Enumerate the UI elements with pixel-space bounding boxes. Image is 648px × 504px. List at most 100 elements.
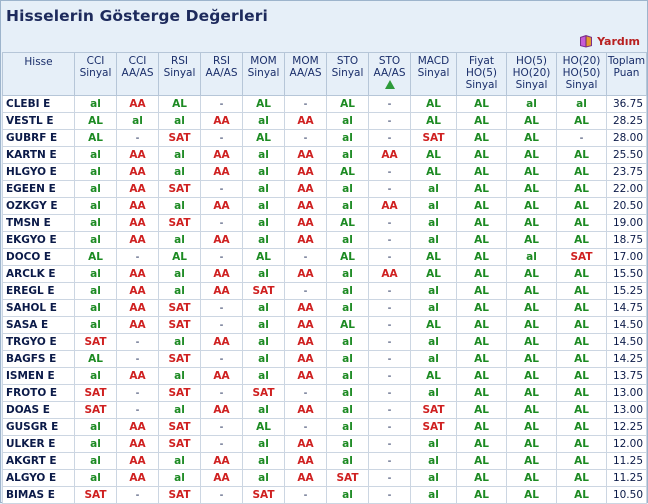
table-row[interactable]: ISMEN Eal AA al AA al AA al - AL AL AL AL 13.75 bbox=[2, 367, 647, 385]
column-header-hisse[interactable]: Hisse bbox=[2, 52, 75, 96]
column-header-3[interactable]: RSI Sinyal bbox=[158, 52, 201, 96]
table-row[interactable]: ALGYO Eal AA al AA al AA SAT - al AL AL AL 11.25 bbox=[2, 469, 647, 487]
column-header-1[interactable]: CCI Sinyal bbox=[74, 52, 117, 96]
signal-cell: al bbox=[326, 435, 369, 453]
help-button[interactable]: Yardım bbox=[578, 34, 640, 48]
column-header-line: HO(50) bbox=[562, 67, 601, 79]
signal-cell: SAT bbox=[158, 384, 201, 402]
column-header-4[interactable]: RSI AA/AS bbox=[200, 52, 243, 96]
table-row[interactable]: SAHOL Eal AA SAT - al AA al - al AL AL AL 14.75 bbox=[2, 299, 647, 317]
stock-name[interactable]: BAGFS E bbox=[2, 350, 75, 368]
stock-name[interactable]: ISMEN E bbox=[2, 367, 75, 385]
signal-cell: AA bbox=[284, 112, 327, 130]
table-row[interactable]: EGEEN Eal AA SAT - al AA al - al AL AL AL 22.00 bbox=[2, 180, 647, 198]
signal-cell: SAT bbox=[410, 129, 457, 147]
signal-cell: AA bbox=[284, 452, 327, 470]
stock-name[interactable]: CLEBI E bbox=[2, 95, 75, 113]
column-header-line: CCI bbox=[86, 55, 105, 67]
table-row[interactable]: ARCLK Eal AA al AA al AA al AA AL AL AL AL 15.50 bbox=[2, 265, 647, 283]
signal-cell: AL bbox=[506, 401, 557, 419]
table-row[interactable]: ULKER Eal AA SAT - al AA al - al AL AL AL 12.00 bbox=[2, 435, 647, 453]
signal-cell: AA bbox=[284, 367, 327, 385]
stock-name[interactable]: ALGYO E bbox=[2, 469, 75, 487]
stock-name[interactable]: VESTL E bbox=[2, 112, 75, 130]
signal-cell: AL bbox=[556, 180, 607, 198]
column-header-line: RSI bbox=[212, 55, 231, 67]
total-score: 22.00 bbox=[606, 180, 647, 198]
table-row[interactable]: BAGFS E AL - SAT - al AA al - al AL AL AL 14.25 bbox=[2, 350, 647, 368]
stock-name[interactable]: GUBRF E bbox=[2, 129, 75, 147]
table-row[interactable]: HLGYO Eal AA al AA al AA AL - AL AL AL AL 23.75 bbox=[2, 163, 647, 181]
column-header-9[interactable]: MACD Sinyal bbox=[410, 52, 457, 96]
signal-cell: AL bbox=[556, 112, 607, 130]
signal-cell: AA bbox=[284, 469, 327, 487]
table-row[interactable]: TRGYO E SAT - al AA al AA al - al AL AL AL 14.50 bbox=[2, 333, 647, 351]
stock-name[interactable]: GUSGR E bbox=[2, 418, 75, 436]
signal-cell: AL bbox=[556, 163, 607, 181]
column-header-5[interactable]: MOM Sinyal bbox=[242, 52, 285, 96]
stock-name[interactable]: FROTO E bbox=[2, 384, 75, 402]
stock-name[interactable]: ARCLK E bbox=[2, 265, 75, 283]
table-row[interactable]: EREGL Eal AA al AA SAT - al - al AL AL AL 15.25 bbox=[2, 282, 647, 300]
signal-cell: al bbox=[556, 95, 607, 113]
column-header-line: AA/AS bbox=[373, 67, 406, 79]
table-row[interactable]: SASA Eal AA SAT - al AA AL - AL AL AL AL 14.50 bbox=[2, 316, 647, 334]
table-row[interactable]: OZKGY Eal AA al AA al AA al AA al AL AL AL 20.50 bbox=[2, 197, 647, 215]
table-row[interactable]: EKGYO Eal AA al AA al AA al - al AL AL AL 18.75 bbox=[2, 231, 647, 249]
column-header-2[interactable]: CCI AA/AS bbox=[116, 52, 159, 96]
table-row[interactable]: BIMAS E SAT - SAT - SAT - al - al AL AL AL 10.50 bbox=[2, 486, 647, 504]
table-row[interactable]: GUBRF E AL - SAT - AL - al - SAT AL AL -28.00 bbox=[2, 129, 647, 147]
signal-cell: AL bbox=[456, 435, 507, 453]
table-row[interactable]: FROTO E SAT - SAT - SAT - al - al AL AL AL 13.00 bbox=[2, 384, 647, 402]
signal-cell: AA bbox=[116, 197, 159, 215]
signal-cell: AL bbox=[410, 95, 457, 113]
stock-name[interactable]: TMSN E bbox=[2, 214, 75, 232]
signal-cell: - bbox=[116, 129, 159, 147]
stock-name[interactable]: EGEEN E bbox=[2, 180, 75, 198]
table-row[interactable]: DOAS E SAT - al AA al AA al - SAT AL AL AL 13.00 bbox=[2, 401, 647, 419]
table-row[interactable]: VESTL E AL al al AA al AA al - AL AL AL AL 28.25 bbox=[2, 112, 647, 130]
signal-cell: AA bbox=[116, 163, 159, 181]
column-header-12[interactable]: HO(20) HO(50) Sinyal bbox=[556, 52, 607, 96]
signal-cell: AL bbox=[158, 248, 201, 266]
stock-name[interactable]: SAHOL E bbox=[2, 299, 75, 317]
stock-name[interactable]: EREGL E bbox=[2, 282, 75, 300]
stock-name[interactable]: TRGYO E bbox=[2, 333, 75, 351]
signal-cell: al bbox=[158, 469, 201, 487]
table-row[interactable]: TMSN Eal AA SAT - al AA AL - al AL AL AL 19.00 bbox=[2, 214, 647, 232]
signal-cell: al bbox=[410, 282, 457, 300]
stock-name[interactable]: OZKGY E bbox=[2, 197, 75, 215]
table-row[interactable]: CLEBI Eal AA AL - AL - AL - AL AL al al 36.75 bbox=[2, 95, 647, 113]
column-header-6[interactable]: MOM AA/AS bbox=[284, 52, 327, 96]
stock-name[interactable]: EKGYO E bbox=[2, 231, 75, 249]
stock-name[interactable]: SASA E bbox=[2, 316, 75, 334]
column-header-7[interactable]: STO Sinyal bbox=[326, 52, 369, 96]
column-header-10[interactable]: Fiyat HO(5) Sinyal bbox=[456, 52, 507, 96]
table-row[interactable]: KARTN Eal AA al AA al AA al AA AL AL AL AL 25.50 bbox=[2, 146, 647, 164]
signal-cell: al bbox=[326, 231, 369, 249]
signal-cell: SAT bbox=[158, 418, 201, 436]
table-row[interactable]: DOCO E AL - AL - AL - AL - AL AL al SAT 17.00 bbox=[2, 248, 647, 266]
stock-name[interactable]: ULKER E bbox=[2, 435, 75, 453]
signal-cell: al bbox=[74, 163, 117, 181]
stock-name[interactable]: BIMAS E bbox=[2, 486, 75, 504]
stock-name[interactable]: KARTN E bbox=[2, 146, 75, 164]
signal-cell: AL bbox=[506, 435, 557, 453]
table-row[interactable]: GUSGR Eal AA SAT - AL - al - SAT AL AL AL 12.25 bbox=[2, 418, 647, 436]
stock-name[interactable]: DOAS E bbox=[2, 401, 75, 419]
column-header-13[interactable]: Toplam Puan bbox=[606, 52, 647, 96]
column-header-8[interactable]: STO AA/AS bbox=[368, 52, 411, 96]
column-header-line: AA/AS bbox=[205, 67, 238, 79]
stock-name[interactable]: AKGRT E bbox=[2, 452, 75, 470]
signal-cell: al bbox=[158, 146, 201, 164]
column-header-line: HO(5) bbox=[465, 67, 498, 79]
signal-cell: - bbox=[200, 299, 243, 317]
signal-cell: al bbox=[326, 146, 369, 164]
signal-cell: AA bbox=[284, 146, 327, 164]
table-row[interactable]: AKGRT Eal AA al AA al AA al - al AL AL AL 11.25 bbox=[2, 452, 647, 470]
stock-name[interactable]: DOCO E bbox=[2, 248, 75, 266]
signal-cell: al bbox=[410, 214, 457, 232]
stock-name[interactable]: HLGYO E bbox=[2, 163, 75, 181]
column-header-line: MOM bbox=[292, 55, 319, 67]
column-header-11[interactable]: HO(5) HO(20) Sinyal bbox=[506, 52, 557, 96]
